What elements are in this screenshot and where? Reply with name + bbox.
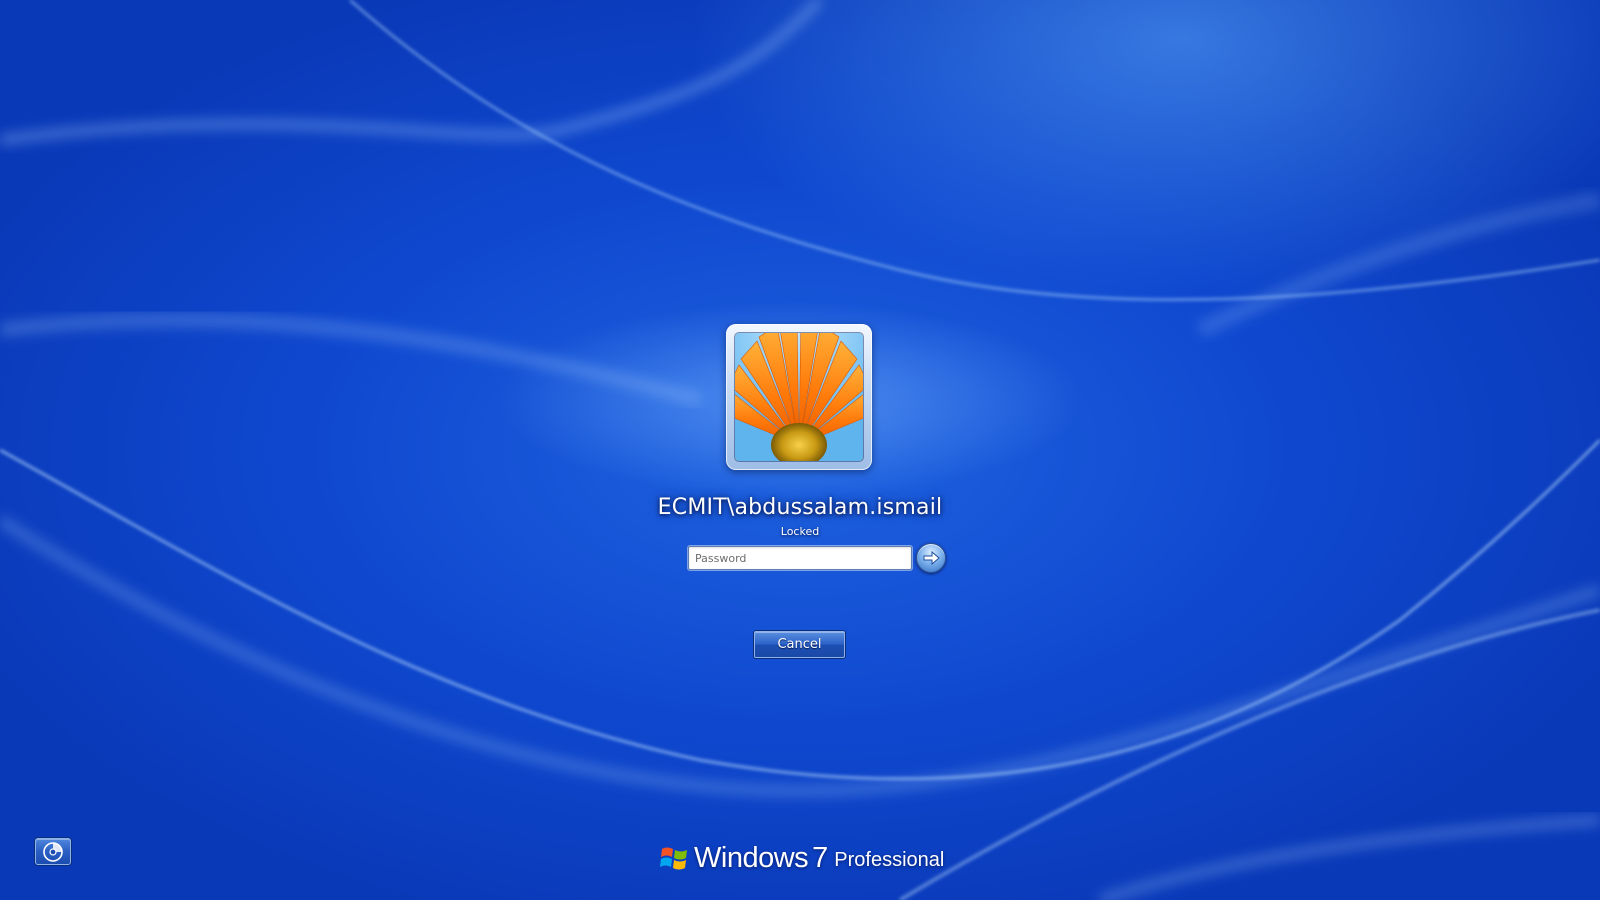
- windows-branding: Windows 7 Professional: [660, 835, 944, 875]
- lock-status: Locked: [780, 525, 820, 538]
- user-avatar: [726, 324, 872, 470]
- brand-edition: Professional: [834, 849, 945, 871]
- windows-flag-icon: [660, 847, 687, 870]
- brand-word: Windows: [694, 842, 809, 874]
- lock-screen: ECMIT\abdussalam.ismail Locked Cancel Wi…: [0, 0, 1600, 900]
- login-panel: ECMIT\abdussalam.ismail Locked Cancel: [0, 0, 1600, 900]
- ease-of-access-icon: [43, 841, 63, 862]
- password-field[interactable]: [688, 546, 912, 570]
- user-name: ECMIT\abdussalam.ismail: [657, 495, 943, 520]
- submit-button[interactable]: [916, 543, 946, 573]
- ease-of-access-button[interactable]: [35, 838, 71, 865]
- flower-picture: [735, 333, 863, 461]
- arrow-right-icon: [923, 550, 940, 566]
- brand-version: 7: [812, 842, 829, 874]
- avatar-flower-image: [735, 333, 863, 461]
- cancel-button[interactable]: Cancel: [754, 631, 845, 658]
